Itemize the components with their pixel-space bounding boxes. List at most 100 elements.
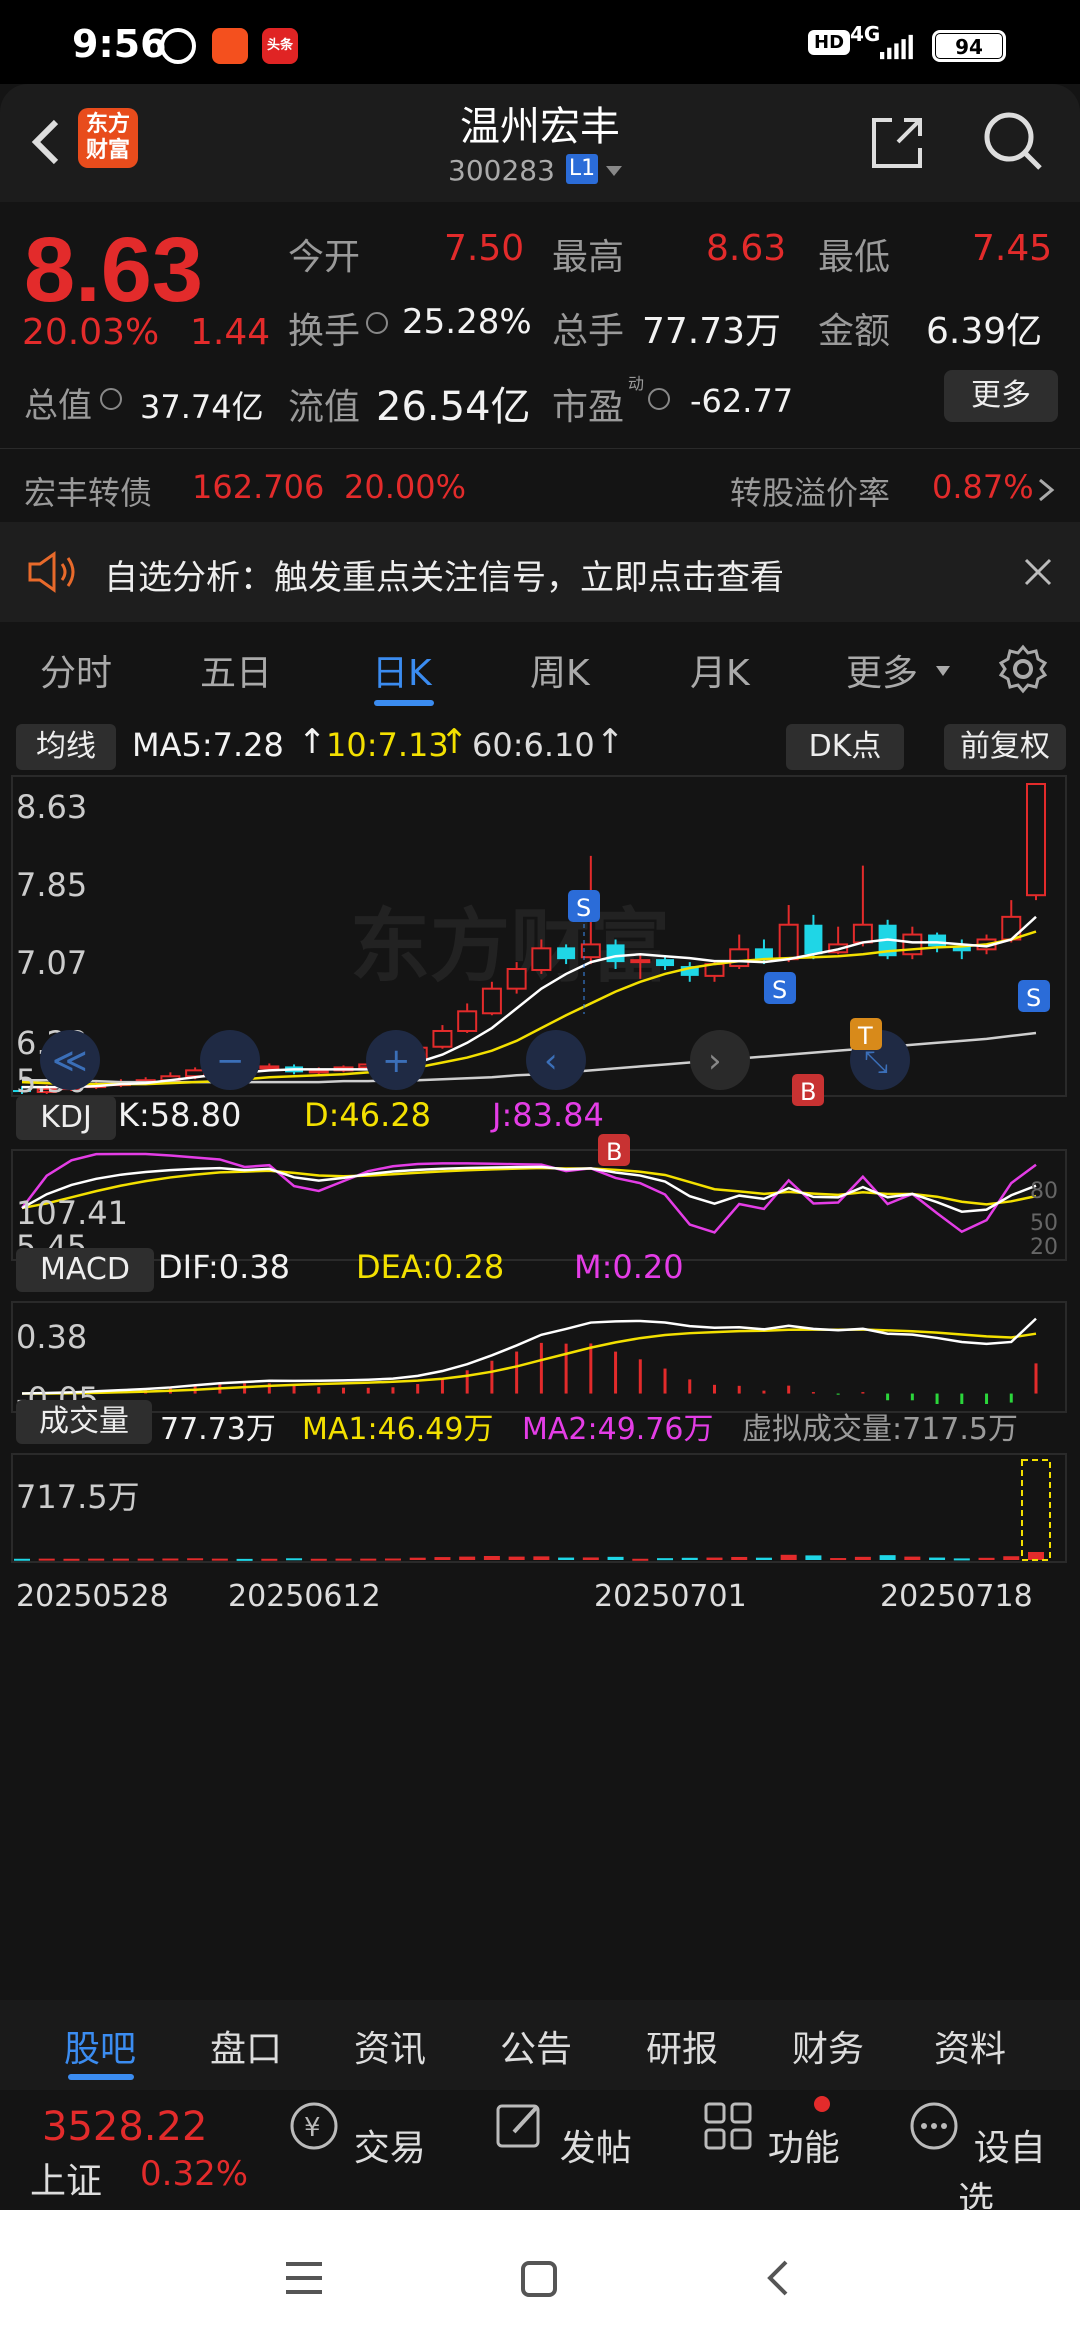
volume-bar bbox=[434, 1557, 451, 1560]
volume-bar bbox=[533, 1556, 550, 1560]
kdj-selector[interactable]: KDJ bbox=[16, 1096, 116, 1140]
candle bbox=[432, 1025, 453, 1049]
chart-scroll-left-button[interactable]: ≪ bbox=[40, 1030, 100, 1090]
info-icon[interactable] bbox=[648, 388, 670, 410]
system-nav-bar bbox=[0, 2210, 1080, 2340]
volume-bar bbox=[854, 1556, 871, 1560]
signal-sell-marker[interactable]: S bbox=[1018, 980, 1050, 1012]
candle bbox=[457, 1003, 478, 1033]
info-icon[interactable] bbox=[366, 312, 388, 334]
close-icon[interactable] bbox=[1022, 556, 1054, 588]
tab-news[interactable]: 资讯 bbox=[354, 2020, 426, 2072]
network-type: 4G bbox=[850, 22, 881, 46]
chart-zoom-in-button[interactable]: + bbox=[366, 1030, 426, 1090]
ma1-value: MA1:46.49万 bbox=[302, 1412, 494, 1447]
tab-five-day[interactable]: 五日 bbox=[200, 644, 272, 696]
volume-bar bbox=[1003, 1556, 1020, 1560]
index-name[interactable]: 上证 bbox=[30, 2152, 102, 2204]
price-tick: 8.63 bbox=[16, 788, 87, 826]
tab-forum[interactable]: 股吧 bbox=[64, 2020, 136, 2072]
date-tick: 20250718 bbox=[880, 1579, 1033, 1614]
volume-bar bbox=[755, 1557, 772, 1560]
tab-more[interactable]: 更多 bbox=[846, 644, 918, 696]
volume-bar bbox=[38, 1558, 55, 1561]
signal-buy-marker[interactable]: B bbox=[598, 1134, 630, 1166]
share-icon[interactable] bbox=[868, 112, 928, 172]
pe-dynamic-mark: 动 bbox=[628, 374, 645, 393]
ma-selector[interactable]: 均线 bbox=[16, 724, 116, 770]
info-icon[interactable] bbox=[100, 388, 122, 410]
index-value[interactable]: 3528.22 bbox=[42, 2104, 207, 2150]
post-button[interactable]: 发帖 bbox=[492, 2098, 632, 2171]
volume-bar bbox=[384, 1558, 401, 1561]
volume-value: 77.73万 bbox=[160, 1412, 276, 1447]
volume-bar bbox=[805, 1555, 822, 1560]
bond-label[interactable]: 宏丰转债 bbox=[24, 468, 152, 514]
tab-research[interactable]: 研报 bbox=[646, 2020, 718, 2072]
volume-bar bbox=[657, 1558, 674, 1561]
volume-bar bbox=[830, 1558, 847, 1561]
volume-selector[interactable]: 成交量 bbox=[16, 1400, 152, 1444]
tab-monthly-k[interactable]: 月K bbox=[690, 644, 750, 696]
back-icon[interactable] bbox=[22, 112, 72, 172]
dk-point-label: DK点 bbox=[808, 729, 882, 764]
active-tab-indicator bbox=[68, 2074, 134, 2080]
tab-intraday[interactable]: 分时 bbox=[40, 644, 112, 696]
chart-prev-button[interactable]: ‹ bbox=[526, 1030, 586, 1090]
chevron-down-icon[interactable] bbox=[604, 164, 624, 178]
search-icon[interactable] bbox=[982, 110, 1044, 172]
back-nav-icon[interactable] bbox=[764, 2258, 790, 2298]
tab-daily-k[interactable]: 日K bbox=[372, 644, 432, 696]
chart-next-button[interactable]: › bbox=[690, 1030, 750, 1090]
period-tabs: 分时 五日 日K 周K 月K 更多 bbox=[0, 622, 1080, 720]
app-notification-icon bbox=[212, 28, 248, 64]
kdj-tick: 107.41 bbox=[16, 1194, 128, 1232]
volume-bar bbox=[731, 1556, 748, 1560]
volume-bar bbox=[261, 1558, 278, 1561]
candle bbox=[1026, 783, 1046, 901]
tab-orderbook[interactable]: 盘口 bbox=[210, 2020, 282, 2072]
chart-area[interactable]: 均线 MA5:7.28 ↑ 10:7.13 ↑ 60:6.10 ↑ DK点 前复… bbox=[0, 720, 1080, 2000]
post-label: 发帖 bbox=[559, 2128, 632, 2169]
signal-t-marker[interactable]: T bbox=[850, 1018, 882, 1050]
stock-header: 东方财富 温州宏丰 300283 L1 bbox=[0, 84, 1080, 202]
svg-text:›: › bbox=[708, 1041, 722, 1081]
more-button[interactable]: 更多 bbox=[944, 370, 1058, 422]
level-badge[interactable]: L1 bbox=[566, 154, 598, 184]
home-icon[interactable] bbox=[520, 2260, 558, 2298]
macd-selector[interactable]: MACD bbox=[16, 1248, 154, 1292]
d-line bbox=[21, 1166, 1037, 1210]
functions-label: 功能 bbox=[767, 2128, 840, 2169]
chart-zoom-out-button[interactable]: − bbox=[200, 1030, 260, 1090]
signal-sell-marker[interactable]: S bbox=[764, 972, 796, 1004]
svg-text:S: S bbox=[1026, 984, 1041, 1012]
up-arrow-icon: ↑ bbox=[596, 722, 625, 762]
gear-icon[interactable] bbox=[998, 644, 1048, 694]
signal-buy-marker[interactable]: B bbox=[792, 1074, 824, 1106]
chevron-right-icon[interactable] bbox=[1036, 476, 1056, 504]
high-label: 最高 bbox=[552, 237, 625, 278]
add-watchlist-button[interactable]: 设自选 bbox=[906, 2098, 1046, 2223]
tab-announcements[interactable]: 公告 bbox=[500, 2020, 572, 2072]
premium-label[interactable]: 转股溢价率 bbox=[730, 468, 890, 514]
index-change: 0.32% bbox=[140, 2154, 249, 2194]
adjust-button[interactable]: 前复权 bbox=[944, 724, 1066, 770]
pe-label: 市盈 bbox=[552, 387, 625, 428]
tab-finance[interactable]: 财务 bbox=[792, 2020, 864, 2072]
tab-weekly-k[interactable]: 周K bbox=[530, 644, 590, 696]
trade-label: 交易 bbox=[353, 2128, 426, 2169]
status-bar: 9:56 头条 HD 4G 94 bbox=[0, 0, 1080, 84]
bond-percent: 20.00% bbox=[344, 468, 467, 506]
volume-bar bbox=[360, 1558, 377, 1561]
volume-tick: 717.5万 bbox=[16, 1478, 140, 1516]
notice-bar[interactable]: 自选分析：触发重点关注信号，立即点击查看 bbox=[0, 522, 1080, 622]
volume-bar bbox=[211, 1558, 228, 1561]
dk-point-toggle[interactable]: DK点 bbox=[786, 724, 904, 770]
trade-button[interactable]: ¥ 交易 bbox=[286, 2098, 426, 2171]
kline-chart[interactable]: 东方财富 8.63 7.85 7.07 6.28 5.50 ≪ − + ‹ › … bbox=[0, 774, 1080, 2000]
candle bbox=[952, 939, 971, 960]
tab-profile[interactable]: 资料 bbox=[934, 2020, 1006, 2072]
volume-bar bbox=[335, 1558, 352, 1561]
chevron-down-icon[interactable] bbox=[934, 664, 952, 678]
menu-icon[interactable] bbox=[284, 2260, 324, 2296]
